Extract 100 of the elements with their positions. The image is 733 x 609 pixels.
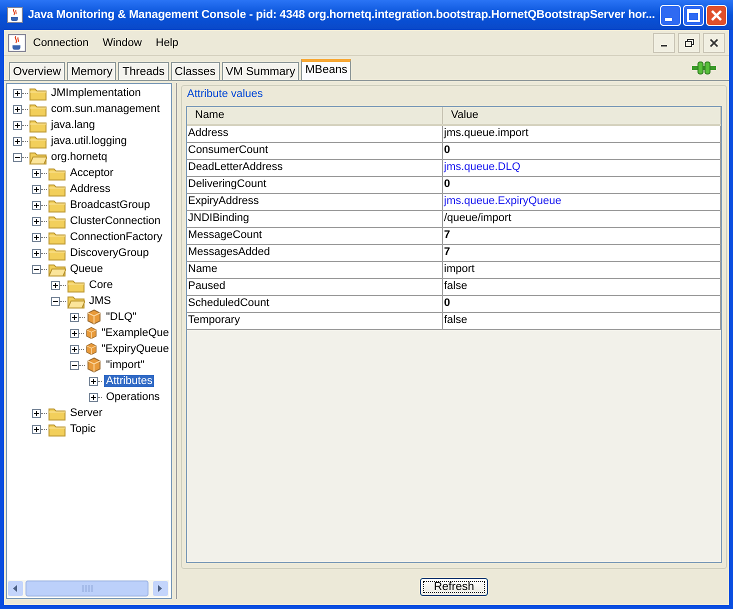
- tree-item[interactable]: ConnectionFactory: [68, 231, 164, 243]
- expander-icon[interactable]: [70, 312, 79, 322]
- folder-icon: [48, 422, 66, 436]
- menu-item[interactable]: Connection: [26, 36, 96, 48]
- tree-item[interactable]: "import": [104, 359, 146, 371]
- expander-icon[interactable]: [32, 424, 41, 434]
- tree-item[interactable]: com.sun.management: [49, 103, 162, 115]
- table-cell: DeliveringCount: [187, 177, 443, 193]
- expander-icon[interactable]: [32, 184, 41, 194]
- tree-item[interactable]: java.util.logging: [49, 135, 129, 147]
- expander-icon[interactable]: [32, 248, 41, 258]
- tree-item[interactable]: "ExpiryQueue: [100, 343, 171, 355]
- tree-item[interactable]: Queue: [68, 263, 106, 275]
- tree-item[interactable]: Address: [68, 183, 112, 195]
- expander-icon[interactable]: [32, 408, 41, 418]
- expander-icon[interactable]: [89, 392, 98, 402]
- maximize-button[interactable]: [683, 4, 704, 26]
- folder-icon: [29, 86, 47, 100]
- tree-item[interactable]: JMS: [87, 295, 113, 307]
- folder-icon: [48, 406, 66, 420]
- tree-item[interactable]: org.hornetq: [49, 151, 110, 163]
- table-cell: ScheduledCount: [187, 296, 443, 312]
- expander-icon[interactable]: [70, 360, 79, 370]
- cube-icon: [84, 325, 98, 341]
- table-cell: 7: [443, 228, 721, 244]
- tree-item[interactable]: JMImplementation: [49, 87, 143, 99]
- plug-icon[interactable]: [692, 61, 716, 75]
- table-cell: false: [443, 313, 721, 329]
- table-cell: JNDIBinding: [187, 211, 443, 227]
- expander-icon[interactable]: [32, 200, 41, 210]
- table-cell: ExpiryAddress: [187, 194, 443, 210]
- restore-button[interactable]: [678, 32, 700, 52]
- table-cell: DeadLetterAddress: [187, 160, 443, 176]
- java-cup-icon: [7, 7, 23, 23]
- folder-icon: [67, 294, 85, 308]
- tree-item[interactable]: java.lang: [49, 119, 98, 131]
- minimize-button[interactable]: [653, 32, 675, 52]
- table-cell: 7: [443, 245, 721, 261]
- expander-icon[interactable]: [13, 104, 22, 114]
- tree-item[interactable]: Acceptor: [68, 167, 116, 179]
- expander-icon[interactable]: [32, 168, 41, 178]
- expander-icon[interactable]: [51, 280, 60, 290]
- table-cell: Name: [187, 262, 443, 278]
- tree-item[interactable]: Operations: [104, 391, 162, 403]
- folder-icon: [48, 198, 66, 212]
- window-title: Java Monitoring & Management Console - pid: 4348 org.hornetq.integration.bootstrap.HornetQBootstrapServer hor...: [28, 9, 655, 21]
- folder-icon: [48, 214, 66, 228]
- cube-icon: [86, 309, 102, 325]
- table-cell: Temporary: [187, 313, 443, 329]
- tree-item[interactable]: ClusterConnection: [68, 215, 162, 227]
- horizontal-scrollbar[interactable]: [7, 580, 169, 597]
- tree-item[interactable]: Attributes: [104, 375, 154, 387]
- expander-icon[interactable]: [32, 232, 41, 242]
- column-header[interactable]: Name: [187, 107, 443, 124]
- column-header[interactable]: Value: [443, 107, 721, 124]
- expander-icon[interactable]: [32, 264, 41, 274]
- folder-icon: [48, 246, 66, 260]
- tree-item[interactable]: BroadcastGroup: [68, 199, 152, 211]
- expander-icon[interactable]: [89, 376, 98, 386]
- folder-icon: [29, 150, 47, 164]
- table-cell: 0: [443, 296, 721, 312]
- menu-item[interactable]: Window: [96, 36, 149, 48]
- tab[interactable]: Classes: [170, 62, 220, 80]
- expander-icon[interactable]: [70, 344, 79, 354]
- folder-icon: [48, 166, 66, 180]
- table-cell: ConsumerCount: [187, 143, 443, 159]
- folder-icon: [29, 118, 47, 132]
- table-cell: import: [443, 262, 721, 278]
- java-cup-icon[interactable]: [8, 34, 26, 52]
- refresh-button[interactable]: Refresh: [420, 578, 488, 596]
- tab[interactable]: Memory: [66, 62, 116, 80]
- tree-item[interactable]: Core: [87, 279, 115, 291]
- expander-icon[interactable]: [51, 296, 60, 306]
- tab[interactable]: Threads: [118, 62, 169, 80]
- tree-item[interactable]: DiscoveryGroup: [68, 247, 151, 259]
- folder-icon: [48, 262, 66, 276]
- tree-item[interactable]: "ExampleQue: [100, 327, 171, 339]
- expander-icon[interactable]: [70, 328, 79, 338]
- table-cell: /queue/import: [443, 211, 721, 227]
- tree-item[interactable]: Server: [68, 407, 104, 419]
- table-cell: false: [443, 279, 721, 295]
- close-button[interactable]: [703, 32, 725, 52]
- expander-icon[interactable]: [13, 120, 22, 130]
- folder-icon: [29, 102, 47, 116]
- table-cell: Paused: [187, 279, 443, 295]
- tree-item[interactable]: Topic: [68, 423, 98, 435]
- menu-item[interactable]: Help: [148, 36, 186, 48]
- expander-icon[interactable]: [13, 136, 22, 146]
- table-cell: 0: [443, 143, 721, 159]
- tab[interactable]: MBeans: [301, 59, 352, 80]
- expander-icon[interactable]: [32, 216, 41, 226]
- folder-icon: [48, 230, 66, 244]
- expander-icon[interactable]: [13, 88, 22, 98]
- table-cell: jms.queue.ExpiryQueue: [443, 194, 721, 210]
- tab[interactable]: VM Summary: [222, 62, 300, 80]
- table-cell: MessagesAdded: [187, 245, 443, 261]
- table-cell: Address: [187, 126, 443, 142]
- tree-item[interactable]: "DLQ": [104, 311, 138, 323]
- expander-icon[interactable]: [13, 152, 22, 162]
- tab[interactable]: Overview: [9, 62, 65, 80]
